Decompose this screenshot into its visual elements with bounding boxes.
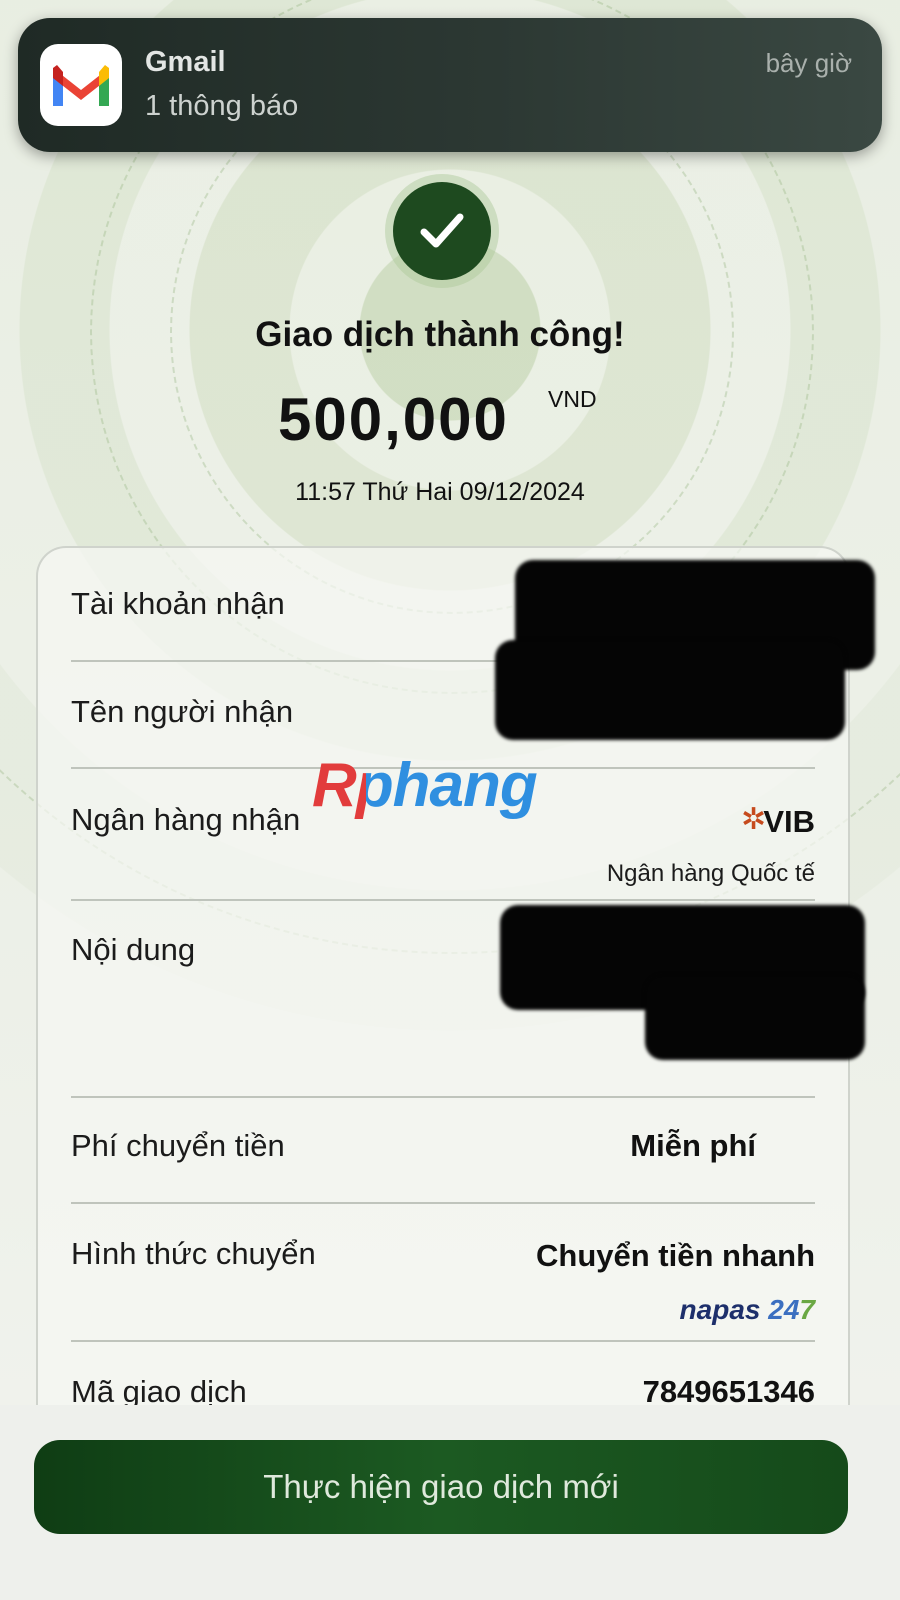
notification-app-name: Gmail bbox=[145, 46, 226, 78]
napas-logo: napas 247 bbox=[680, 1294, 815, 1326]
amount-value: 500,000 bbox=[278, 386, 509, 453]
napas-number-suffix: 7 bbox=[799, 1294, 815, 1325]
napas-number: 24 bbox=[768, 1294, 800, 1325]
notification-time: bây giờ bbox=[765, 48, 852, 78]
bank-code: VIB bbox=[763, 804, 815, 839]
amount-currency: VND bbox=[548, 386, 597, 412]
divider bbox=[71, 1096, 815, 1098]
content-label: Nội dung bbox=[71, 932, 196, 967]
status-title: Giao dịch thành công! bbox=[255, 315, 625, 354]
watermark-logo: Rphang bbox=[312, 751, 538, 820]
vib-logo-icon: ✲ bbox=[740, 803, 766, 836]
method-label: Hình thức chuyển bbox=[71, 1236, 316, 1271]
bank-label: Ngân hàng nhận bbox=[71, 802, 301, 837]
new-transaction-button[interactable]: Thực hiện giao dịch mới bbox=[34, 1440, 848, 1534]
method-value: Chuyển tiền nhanh bbox=[536, 1238, 815, 1273]
checkmark-icon bbox=[393, 182, 491, 280]
redacted-recipient-name bbox=[495, 640, 845, 740]
gmail-icon bbox=[40, 44, 122, 126]
bank-name: Ngân hàng Quốc tế bbox=[606, 860, 815, 887]
divider bbox=[71, 1340, 815, 1342]
recipient-account-label: Tài khoản nhận bbox=[71, 586, 285, 621]
fee-value: Miễn phí bbox=[630, 1128, 756, 1163]
napas-brand: napas bbox=[679, 1294, 761, 1325]
notification-banner[interactable]: Gmail 1 thông báo bây giờ bbox=[18, 18, 882, 152]
transaction-datetime: 11:57 Thứ Hai 09/12/2024 bbox=[295, 478, 585, 506]
divider bbox=[71, 899, 815, 901]
notification-message: 1 thông báo bbox=[145, 90, 299, 122]
fee-label: Phí chuyển tiền bbox=[71, 1128, 285, 1163]
redacted-content-extra bbox=[645, 975, 865, 1060]
divider bbox=[71, 1202, 815, 1204]
recipient-name-label: Tên người nhận bbox=[71, 694, 294, 729]
